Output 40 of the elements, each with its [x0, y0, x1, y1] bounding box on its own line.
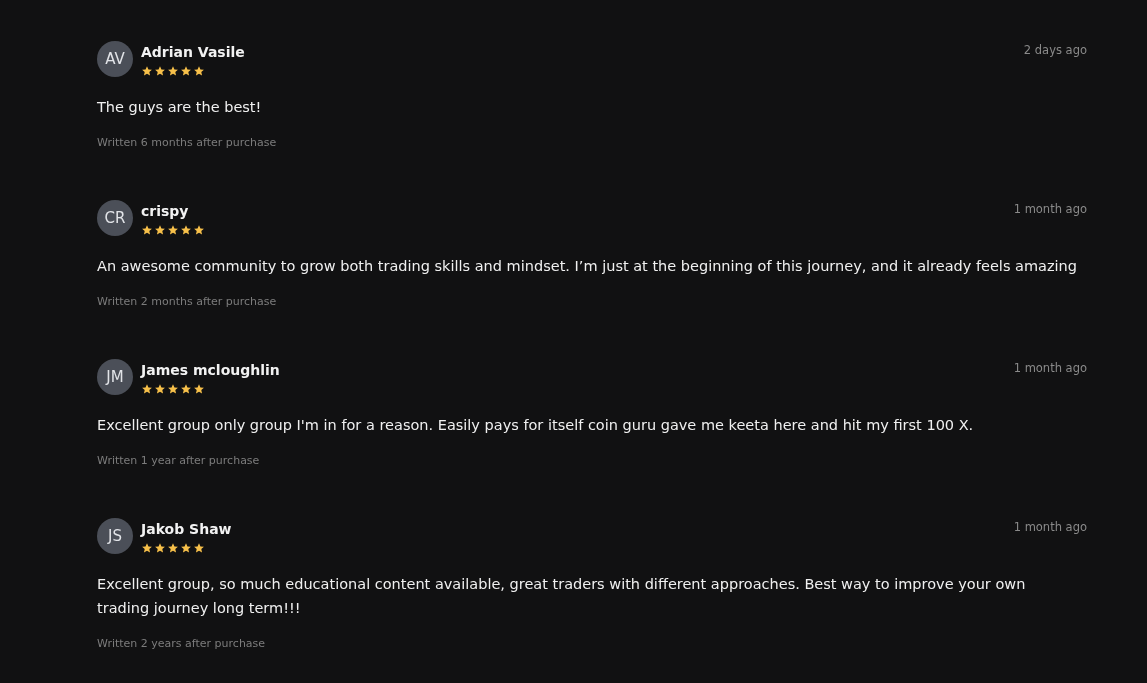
reviewer-name: Adrian Vasile — [141, 43, 245, 62]
reviewer-name: James mcloughlin — [141, 361, 280, 380]
review-text: Excellent group only group I'm in for a reason. Easily pays for itself coin guru gave me keeta here and hit my first 100 X. — [97, 416, 975, 435]
star-icon — [167, 65, 179, 77]
reviewer-name: crispy — [141, 202, 190, 221]
star-icon — [154, 65, 166, 77]
star-icon — [180, 542, 192, 554]
star-icon — [193, 65, 205, 77]
avatar: AV — [97, 41, 133, 77]
star-icon — [193, 224, 205, 236]
star-icon — [193, 542, 205, 554]
review-time: 1 month ago — [1013, 361, 1087, 375]
star-icon — [141, 383, 153, 395]
review-text: An awesome community to grow both trading skills and mindset. I’m just at the beginning of this journey, and it already feels amazing — [97, 257, 1078, 276]
review-time: 1 month ago — [1013, 202, 1087, 216]
star-icon — [154, 542, 166, 554]
purchase-note: Written 2 years after purchase — [97, 637, 266, 650]
reviewer-name: Jakob Shaw — [141, 520, 232, 539]
star-icon — [167, 542, 179, 554]
avatar: CR — [97, 200, 133, 236]
star-icon — [154, 224, 166, 236]
star-icon — [193, 383, 205, 395]
review-text: Excellent group, so much educational content available, great traders with different approaches. Best way to improve your own trading journey long term!!! — [97, 575, 1027, 618]
review-time: 1 month ago — [1013, 520, 1087, 534]
avatar: JM — [97, 359, 133, 395]
star-icon — [141, 542, 153, 554]
star-icon — [141, 65, 153, 77]
purchase-note: Written 2 months after purchase — [97, 295, 277, 308]
star-icon — [154, 383, 166, 395]
star-icon — [180, 383, 192, 395]
star-icon — [180, 65, 192, 77]
review-time: 2 days ago — [1023, 43, 1087, 57]
review-text: The guys are the best! — [97, 98, 263, 117]
star-icon — [167, 224, 179, 236]
star-icon — [167, 383, 179, 395]
star-icon — [180, 224, 192, 236]
purchase-note: Written 6 months after purchase — [97, 136, 277, 149]
purchase-note: Written 1 year after purchase — [97, 454, 260, 467]
avatar: JS — [97, 518, 133, 554]
star-icon — [141, 224, 153, 236]
